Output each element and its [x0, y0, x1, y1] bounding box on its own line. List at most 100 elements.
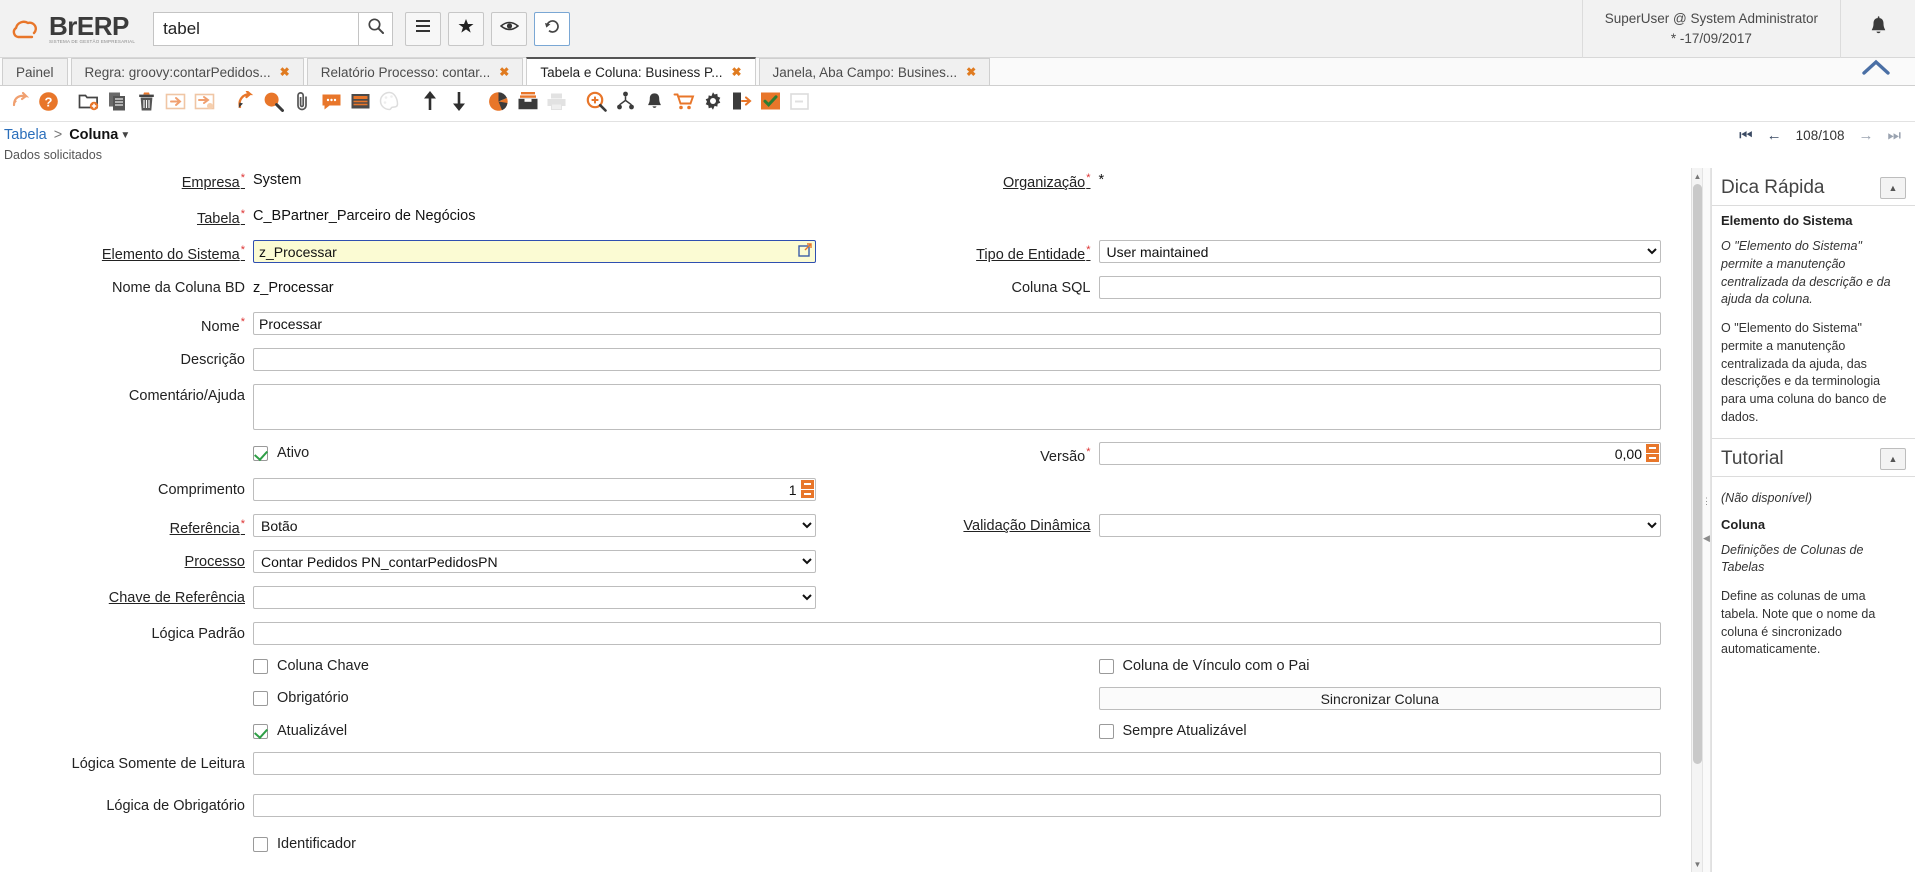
tipo-entidade-select[interactable]: User maintained — [1099, 240, 1662, 263]
versao-input[interactable] — [1099, 442, 1662, 465]
window-tab-painel[interactable]: Painel — [2, 58, 68, 85]
sempre-atualizavel-checkbox[interactable] — [1099, 724, 1114, 739]
identificador-checkbox[interactable] — [253, 837, 268, 852]
eye-icon — [500, 19, 519, 38]
elemento-sistema-input[interactable] — [253, 240, 816, 263]
save-check-icon — [760, 91, 781, 116]
first-record-button[interactable]: ⏮ — [1739, 127, 1753, 144]
print-button[interactable] — [543, 90, 570, 118]
comentario-ajuda-textarea[interactable] — [253, 384, 1661, 430]
logica-obrigatorio-textarea[interactable] — [253, 794, 1661, 817]
comprimento-input[interactable] — [253, 478, 816, 501]
product-info-button[interactable] — [670, 90, 697, 118]
find-button[interactable] — [260, 90, 287, 118]
field-coluna-sql — [1099, 276, 1692, 299]
favorites-button[interactable] — [448, 12, 484, 46]
post-it-button[interactable] — [347, 90, 374, 118]
attachment-button[interactable] — [289, 90, 316, 118]
chave-referencia-select[interactable] — [253, 586, 816, 609]
window-tab-regra[interactable]: Regra: groovy:contarPedidos... ✖ — [71, 58, 304, 85]
hamburger-icon — [415, 19, 431, 38]
request-button[interactable] — [641, 90, 668, 118]
breadcrumb-parent[interactable]: Tabela — [4, 127, 47, 143]
search-input[interactable] — [153, 12, 358, 46]
coluna-sql-input[interactable] — [1099, 276, 1662, 299]
ativo-checkbox[interactable] — [253, 446, 268, 461]
form-col-referencia: Referência* Botão — [0, 514, 846, 537]
menu-button[interactable] — [405, 12, 441, 46]
watch-button[interactable] — [491, 12, 527, 46]
sincronizar-coluna-button[interactable]: Sincronizar Coluna — [1099, 687, 1662, 710]
chevron-down-icon[interactable]: ▼ — [120, 130, 130, 141]
logica-padrao-input[interactable] — [253, 622, 1661, 645]
notifications-button[interactable] — [1841, 0, 1915, 58]
close-icon[interactable]: ✖ — [499, 65, 509, 79]
palette-icon — [379, 91, 400, 116]
pane-splitter[interactable]: ⋮ ◀ — [1702, 168, 1711, 872]
history-button[interactable] — [534, 12, 570, 46]
collapse-help-icon[interactable]: ◀ — [1703, 533, 1710, 544]
copy-record-button[interactable] — [104, 90, 131, 118]
collapse-toolbar-button[interactable] — [1859, 57, 1893, 84]
app-header: BrERP SISTEMA DE GESTÃO EMPRESARIAL — [0, 0, 1915, 58]
scroll-down-icon[interactable]: ▼ — [1692, 857, 1702, 871]
close-icon[interactable]: ✖ — [280, 65, 290, 79]
scroll-up-icon[interactable]: ▲ — [1692, 169, 1702, 183]
label-referencia: Referência* — [0, 514, 253, 537]
help-button[interactable]: ? — [35, 90, 62, 118]
last-record-button[interactable]: ⏭ — [1887, 127, 1901, 144]
quick-tip-collapse-button[interactable]: ▲ — [1880, 177, 1906, 199]
field-tipo-entidade: User maintained — [1099, 240, 1692, 263]
save-button[interactable] — [757, 90, 784, 118]
palette-button[interactable] — [376, 90, 403, 118]
comprimento-spinner[interactable] — [801, 480, 814, 499]
chat-button[interactable] — [318, 90, 345, 118]
previous-record-button[interactable]: ← — [1767, 127, 1782, 144]
label-text: Versão — [1040, 449, 1085, 465]
close-icon[interactable]: ✖ — [731, 65, 741, 79]
next-record-button[interactable]: → — [1858, 127, 1873, 144]
form-vertical-scrollbar[interactable]: ▲ ▼ — [1691, 168, 1702, 872]
preference-button[interactable] — [699, 90, 726, 118]
delete-record-button[interactable] — [133, 90, 160, 118]
search-button[interactable] — [358, 12, 393, 46]
archive-button[interactable] — [191, 90, 218, 118]
close-icon[interactable]: ✖ — [966, 65, 976, 79]
form-row-nome-coluna-sql: Nome da Coluna BD z_Processar Coluna SQL — [0, 276, 1691, 312]
refresh-button[interactable] — [231, 90, 258, 118]
atualizavel-checkbox[interactable] — [253, 724, 268, 739]
label-nome: Nome* — [0, 312, 253, 335]
report-button[interactable] — [485, 90, 512, 118]
open-record-icon[interactable] — [798, 243, 812, 262]
window-tab-tabela-coluna[interactable]: Tabela e Coluna: Business P... ✖ — [526, 57, 755, 85]
versao-spinner[interactable] — [1646, 444, 1659, 463]
identificador-label: Identificador — [277, 836, 356, 852]
breadcrumb-current[interactable]: Coluna — [69, 127, 118, 143]
nome-input[interactable] — [253, 312, 1661, 335]
coluna-chave-checkbox[interactable] — [253, 659, 268, 674]
parent-record-button[interactable] — [416, 90, 443, 118]
coluna-chave-label: Coluna Chave — [277, 658, 369, 674]
archived-docs-button[interactable] — [514, 90, 541, 118]
window-tab-relatorio-processo[interactable]: Relatório Processo: contar... ✖ — [307, 58, 524, 85]
coluna-vinculo-pai-checkbox[interactable] — [1099, 659, 1114, 674]
tutorial-collapse-button[interactable]: ▲ — [1880, 448, 1906, 470]
scrollbar-thumb[interactable] — [1693, 184, 1702, 764]
exit-button[interactable] — [728, 90, 755, 118]
zoom-across-button[interactable] — [583, 90, 610, 118]
ignore-button[interactable] — [786, 90, 813, 118]
validacao-dinamica-select[interactable] — [1099, 514, 1662, 537]
user-info[interactable]: SuperUser @ System Administrator * -17/0… — [1582, 0, 1841, 58]
descricao-input[interactable] — [253, 348, 1661, 371]
workflow-button[interactable] — [612, 90, 639, 118]
referencia-select[interactable]: Botão — [253, 514, 816, 537]
new-record-button[interactable] — [75, 90, 102, 118]
processo-select[interactable]: Contar Pedidos PN_contarPedidosPN — [253, 550, 816, 573]
delete-selection-button[interactable] — [162, 90, 189, 118]
detail-record-button[interactable] — [445, 90, 472, 118]
window-tab-janela-aba-campo[interactable]: Janela, Aba Campo: Busines... ✖ — [759, 58, 991, 85]
obrigatorio-checkbox[interactable] — [253, 691, 268, 706]
logica-somente-leitura-textarea[interactable] — [253, 752, 1661, 775]
archive-arrow-icon — [194, 92, 215, 116]
undo-button[interactable] — [6, 90, 33, 118]
